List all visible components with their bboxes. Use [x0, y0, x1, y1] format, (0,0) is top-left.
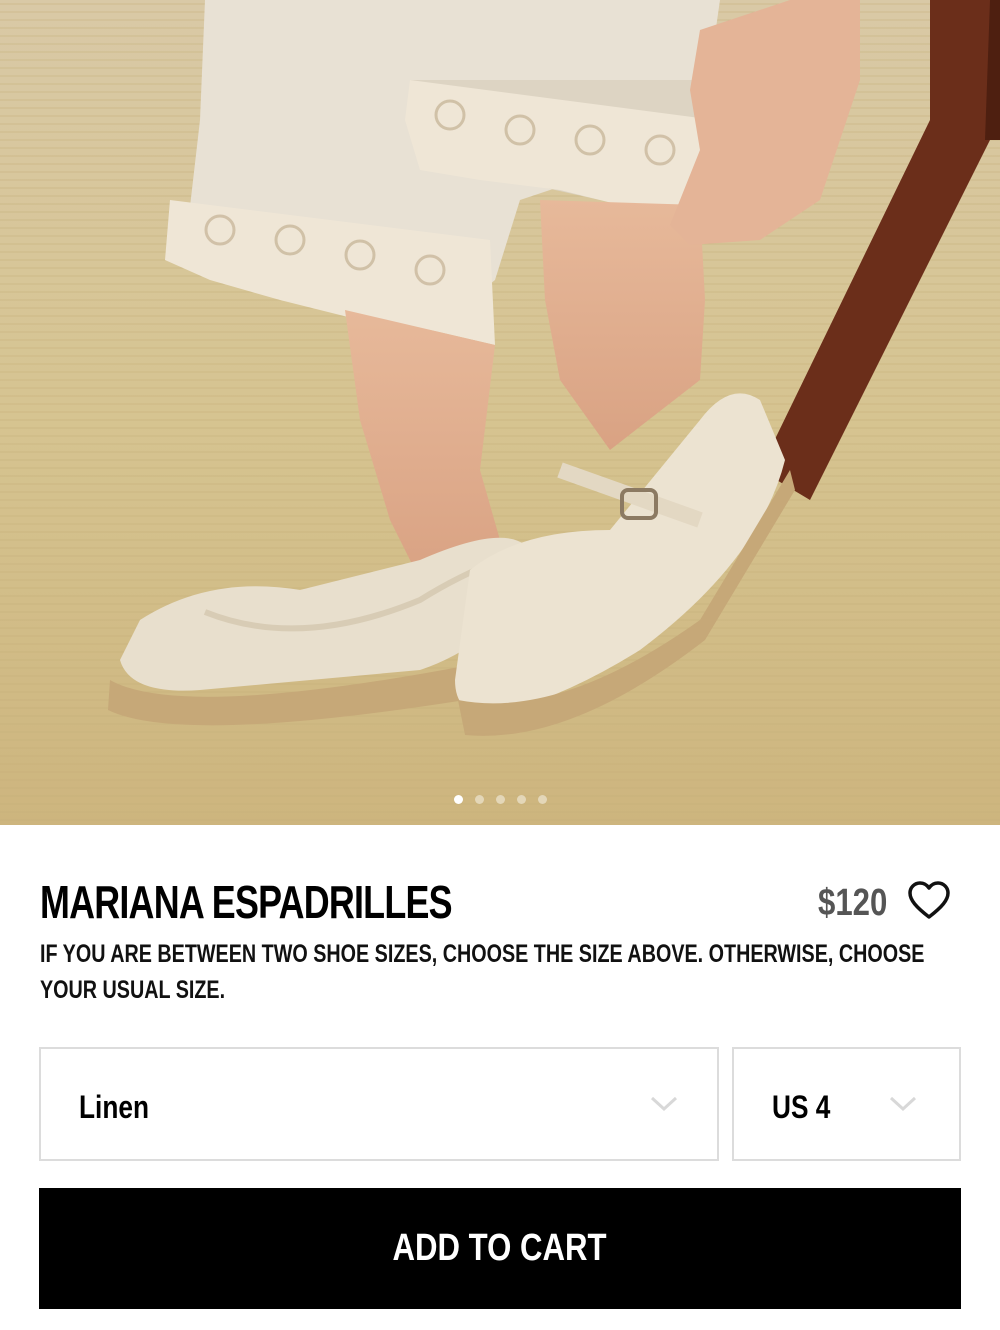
product-photo: [0, 0, 1000, 825]
size-select[interactable]: US 4: [732, 1047, 961, 1161]
color-select[interactable]: Linen: [39, 1047, 719, 1161]
chevron-down-icon: [889, 1096, 917, 1112]
product-title: MARIANA ESPADRILLES: [40, 876, 453, 928]
carousel-indicators[interactable]: [0, 795, 1000, 804]
product-image-carousel[interactable]: [0, 0, 1000, 825]
product-price: $120: [818, 882, 888, 924]
color-select-value: Linen: [79, 1089, 149, 1125]
size-select-value: US 4: [772, 1089, 831, 1125]
carousel-dot[interactable]: [474, 795, 484, 804]
carousel-dot[interactable]: [453, 795, 463, 804]
heart-outline-icon: [908, 881, 950, 919]
add-to-cart-button[interactable]: ADD TO CART: [39, 1188, 961, 1309]
carousel-dot[interactable]: [495, 795, 505, 804]
carousel-dot[interactable]: [516, 795, 526, 804]
size-guidance-text: IF YOU ARE BETWEEN TWO SHOE SIZES, CHOOS…: [40, 940, 925, 1004]
favorite-button[interactable]: [906, 878, 952, 924]
add-to-cart-label: ADD TO CART: [392, 1227, 608, 1269]
carousel-dot[interactable]: [537, 795, 547, 804]
chevron-down-icon: [650, 1096, 678, 1112]
